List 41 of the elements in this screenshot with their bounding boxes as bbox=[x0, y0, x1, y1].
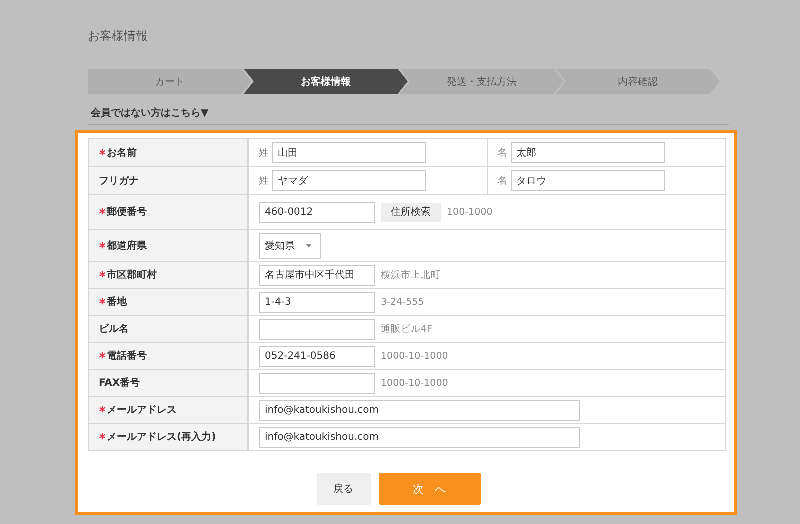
input-field[interactable]: 052-241-0586 bbox=[259, 346, 375, 366]
field-prefix: 姓 bbox=[259, 174, 269, 188]
input-field[interactable]: 山田 bbox=[272, 142, 426, 163]
field-label: 市区郡町村 bbox=[88, 262, 248, 288]
input-field[interactable]: info@katoukishou.com bbox=[259, 400, 580, 420]
input-field[interactable]: info@katoukishou.com bbox=[259, 426, 580, 448]
example-text: 横浜市上北町 bbox=[381, 268, 441, 282]
step-tab[interactable]: 内容確認 bbox=[556, 69, 720, 94]
input-field[interactable] bbox=[259, 318, 375, 340]
step-tab[interactable]: お客様情報 bbox=[244, 69, 408, 94]
input-field[interactable]: ヤマダ bbox=[272, 170, 426, 191]
example-text: 100-1000 bbox=[447, 206, 493, 218]
field-label: ビル名 bbox=[88, 316, 248, 342]
example-text: 3-24-555 bbox=[381, 296, 424, 308]
back-button[interactable]: 戻る bbox=[316, 473, 370, 505]
input-field[interactable]: 460-0012 bbox=[259, 202, 375, 222]
field-label: 郵便番号 bbox=[88, 194, 248, 230]
input-field[interactable]: 太郎 bbox=[510, 142, 664, 163]
field-label: メールアドレス(再入力) bbox=[88, 424, 248, 450]
field-prefix: 名 bbox=[498, 174, 508, 188]
field-label: お名前 bbox=[88, 138, 248, 166]
example-text: 1000-10-1000 bbox=[381, 350, 448, 362]
field-label: メールアドレス bbox=[88, 396, 248, 424]
example-text: 1000-10-1000 bbox=[381, 378, 448, 388]
field-label: FAX番号 bbox=[88, 370, 248, 396]
member-link[interactable]: 会員ではない方はこちら▼ bbox=[91, 108, 209, 119]
input-field[interactable] bbox=[259, 372, 375, 394]
page-title: お客様情報 bbox=[88, 28, 149, 45]
address-search-button[interactable]: 住所検索 bbox=[381, 202, 441, 222]
field-prefix: 姓 bbox=[259, 146, 269, 160]
caret-icon bbox=[306, 244, 312, 248]
input-field[interactable]: タロウ bbox=[510, 170, 664, 191]
field-label: 都道府県 bbox=[88, 230, 248, 262]
field-label: フリガナ bbox=[88, 166, 248, 194]
input-field[interactable]: 1-4-3 bbox=[259, 292, 375, 312]
field-prefix: 名 bbox=[498, 146, 508, 160]
example-text: 通販ビル4F bbox=[381, 322, 433, 336]
field-label: 電話番号 bbox=[88, 342, 248, 370]
field-label: 番地 bbox=[88, 288, 248, 316]
input-field[interactable]: 名古屋市中区千代田 bbox=[259, 264, 375, 286]
select-field[interactable]: 愛知県 bbox=[259, 232, 321, 258]
